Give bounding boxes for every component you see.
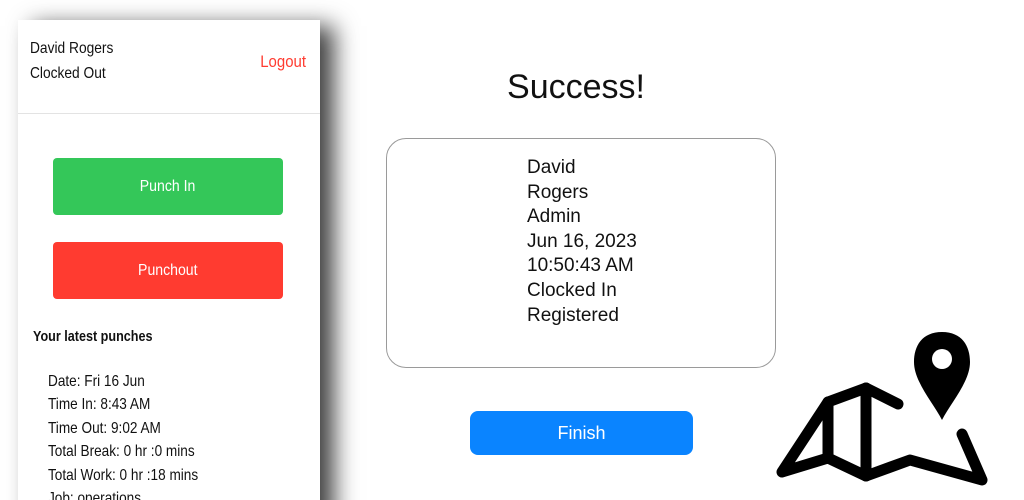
punch-time-in: Time In: 8:43 AM — [48, 396, 151, 414]
punch-time-out: Time Out: 9:02 AM — [48, 419, 161, 437]
finish-button[interactable]: Finish — [470, 411, 693, 455]
success-title: Success! — [507, 68, 645, 106]
user-role: Admin — [527, 206, 581, 228]
confirmation-details: David Rogers Admin Jun 16, 2023 10:50:43… — [527, 156, 637, 328]
punch-state: Registered — [527, 304, 619, 326]
punch-total-work: Total Work: 0 hr :18 mins — [48, 466, 199, 484]
last-name: Rogers — [527, 181, 589, 203]
punch-out-button[interactable]: Punchout — [53, 242, 283, 299]
finish-label: Finish — [557, 422, 606, 443]
punch-date: Jun 16, 2023 — [527, 230, 637, 252]
location-pin — [914, 332, 970, 420]
phone-screen: David Rogers Clocked Out Logout Punch In… — [18, 20, 320, 500]
user-status: Clocked Out — [30, 65, 106, 82]
punch-in-label: Punch In — [140, 177, 196, 195]
punch-out-label: Punchout — [138, 261, 198, 279]
user-name: David Rogers — [30, 40, 114, 57]
screen: David Rogers Clocked Out Logout Punch In… — [0, 0, 1024, 500]
latest-punches-title: Your latest punches — [33, 328, 153, 345]
punch-job: Job: operations — [48, 490, 141, 500]
punch-total-break: Total Break: 0 hr :0 mins — [48, 443, 195, 461]
location-pin-hole — [932, 349, 952, 369]
map-location-icon — [776, 332, 988, 486]
punch-time: 10:50:43 AM — [527, 255, 634, 277]
punch-confirmation-card: David Rogers Admin Jun 16, 2023 10:50:43… — [386, 138, 776, 368]
punch-type: Clocked In — [527, 279, 617, 301]
phone-header: David Rogers Clocked Out Logout — [18, 20, 320, 114]
first-name: David — [527, 157, 576, 178]
logout-link[interactable]: Logout — [260, 52, 306, 72]
latest-punch-details: Date: Fri 16 Jun Time In: 8:43 AM Time O… — [48, 370, 225, 500]
punch-in-button[interactable]: Punch In — [53, 158, 283, 215]
punch-date: Date: Fri 16 Jun — [48, 373, 145, 390]
